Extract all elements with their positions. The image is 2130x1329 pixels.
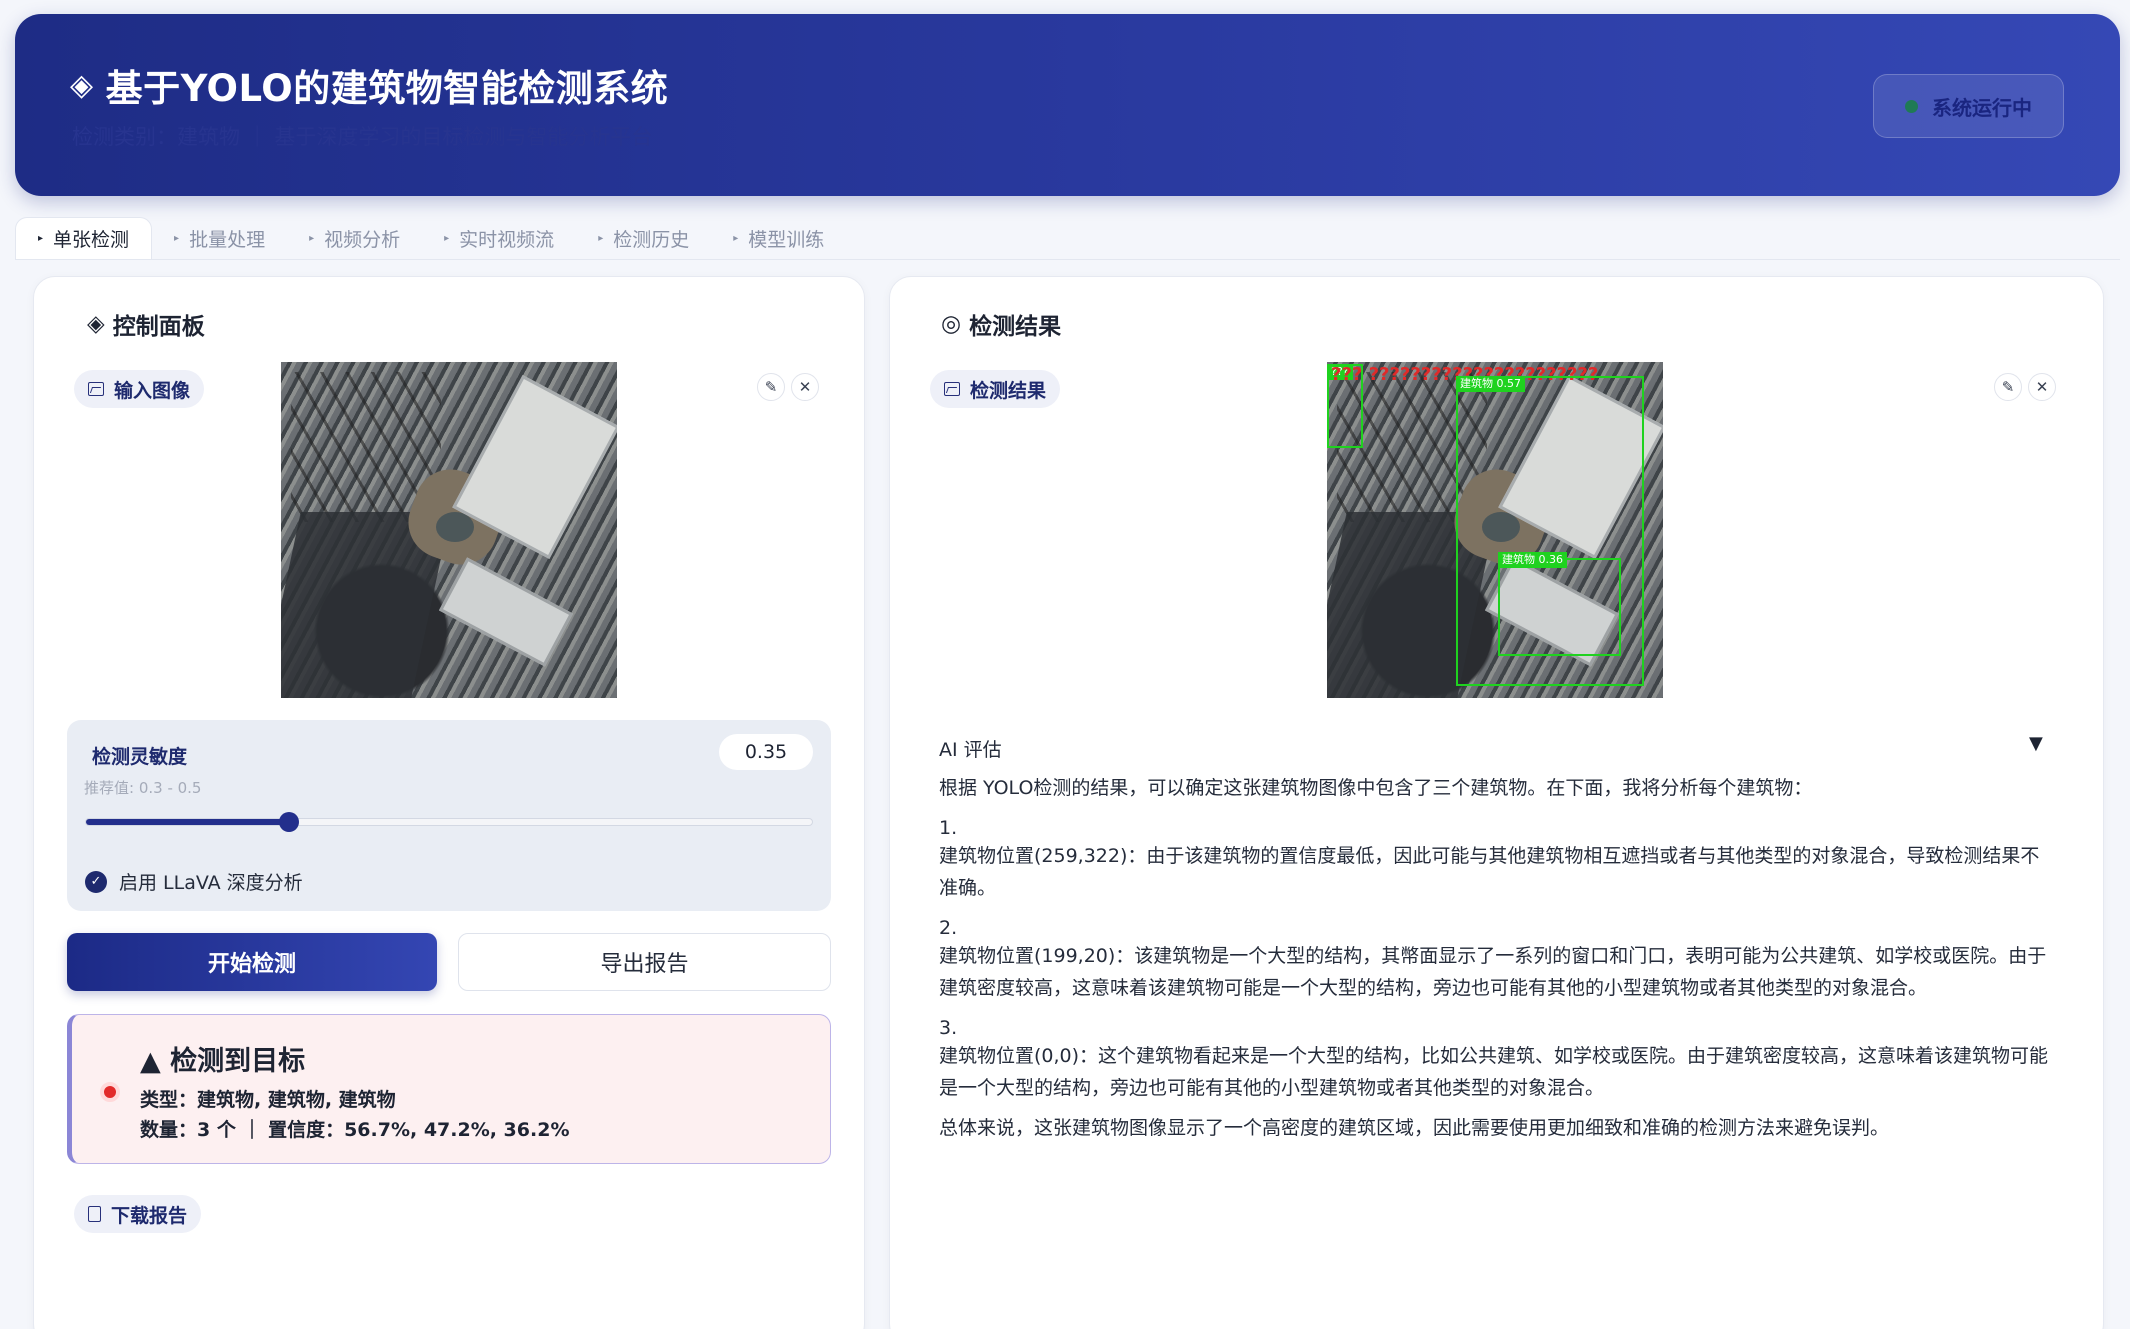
ai-eval-conclusion: 总体来说，这张建筑物图像显示了一个高密度的建筑区域，因此需要使用更加细致和准确的… xyxy=(939,1117,1890,1139)
input-image-label: 输入图像 xyxy=(74,370,205,408)
llava-checkbox-row[interactable]: ✓ 启用 LLaVA 深度分析 xyxy=(85,868,303,895)
result-image[interactable]: ??? ??? ?????????????????????? 建筑物 0.57 … xyxy=(1327,362,1663,698)
detection-label: 建筑物 0.57 xyxy=(1456,376,1525,392)
clear-input-button[interactable]: ✕ xyxy=(791,373,819,401)
tab-marker-icon: ▸ xyxy=(174,232,180,244)
sensitivity-label: 检测灵敏度 xyxy=(92,746,188,768)
ai-eval-item-text: 建筑物位置(199,20)：该建筑物是一个大型的结构，其幣面显示了一系列的窗口和… xyxy=(939,945,2047,999)
caret-down-icon[interactable]: ▼ xyxy=(2029,733,2043,754)
sensitivity-hint: 推荐值: 0.3 - 0.5 xyxy=(84,779,202,797)
clear-result-button[interactable]: ✕ xyxy=(2028,373,2056,401)
status-dot-icon xyxy=(1905,99,1918,113)
app-subtitle: 检测类别：建筑物 ｜ 基于深度学习的目标检测与智能分析平台 xyxy=(72,125,653,149)
image-icon xyxy=(88,382,104,396)
ai-eval-intro: 根据 YOLO检测的结果，可以确定这张建筑物图像中包含了三个建筑物。在下面，我将… xyxy=(939,777,1813,799)
result-image-label: 检测结果 xyxy=(930,370,1061,408)
ai-eval-item-text: 建筑物位置(259,322)：由于该建筑物的置信度最低，因此可能与其他建筑物相互… xyxy=(939,845,2040,899)
sensitivity-value-input[interactable]: 0.35 xyxy=(719,734,813,770)
tab-marker-icon: ▸ xyxy=(598,232,604,244)
tab-marker-icon: ▸ xyxy=(444,232,450,244)
edit-input-button[interactable]: ✎ xyxy=(757,373,785,401)
ai-eval-item-text: 建筑物位置(0,0)：这个建筑物看起来是一个大型的结构，比如公共建筑、如学校或医… xyxy=(939,1045,2049,1099)
tab-history[interactable]: ▸ 检测历史 xyxy=(576,217,711,259)
tab-single-detect[interactable]: ▸ 单张检测 xyxy=(15,217,153,259)
slider-fill xyxy=(86,819,290,825)
input-image-label-text: 输入图像 xyxy=(114,379,191,402)
input-image[interactable] xyxy=(281,362,617,698)
image-icon xyxy=(944,382,960,396)
control-panel-title: ◈ 控制面板 xyxy=(87,307,205,341)
edit-result-button[interactable]: ✎ xyxy=(1994,373,2022,401)
tab-label: 批量处理 xyxy=(189,228,266,251)
sensitivity-slider[interactable] xyxy=(85,812,813,832)
target-icon: ◎ xyxy=(941,311,962,337)
result-panel-title-text: 检测结果 xyxy=(969,314,1062,340)
pencil-icon: ✎ xyxy=(764,378,778,396)
tab-marker-icon: ▸ xyxy=(309,232,315,244)
result-panel-title: ◎ 检测结果 xyxy=(941,307,1061,341)
control-panel-title-text: 控制面板 xyxy=(112,314,205,340)
tab-marker-icon: ▸ xyxy=(38,233,44,244)
alert-types: 类型：建筑物, 建筑物, 建筑物 xyxy=(140,1089,396,1111)
download-report-label: 下载报告 xyxy=(111,1204,188,1227)
tab-label: 单张检测 xyxy=(53,229,130,251)
result-image-label-text: 检测结果 xyxy=(970,379,1047,402)
tab-label: 检测历史 xyxy=(613,228,690,251)
tab-marker-icon: ▸ xyxy=(733,232,739,244)
tab-batch[interactable]: ▸ 批量处理 xyxy=(152,217,287,259)
tab-label: 模型训练 xyxy=(748,228,825,251)
ai-eval-heading: AI 评估 xyxy=(939,739,1002,761)
app-title: ◈ 基于YOLO的建筑物智能检测系统 xyxy=(70,58,668,112)
diamond-icon: ◈ xyxy=(70,67,94,103)
sensitivity-card: 检测灵敏度 推荐值: 0.3 - 0.5 0.35 ✓ 启用 LLaVA 深度分… xyxy=(67,720,831,911)
app-header: ◈ 基于YOLO的建筑物智能检测系统 检测类别：建筑物 ｜ 基于深度学习的目标检… xyxy=(15,14,2120,196)
pond xyxy=(436,512,474,542)
building-roof xyxy=(438,557,574,667)
detection-label: 建筑物 0.36 xyxy=(1498,552,1567,568)
download-report-link[interactable]: 下载报告 xyxy=(74,1195,202,1233)
document-icon xyxy=(88,1206,101,1222)
close-icon: ✕ xyxy=(798,378,812,396)
tab-training[interactable]: ▸ 模型训练 xyxy=(711,217,846,259)
pencil-icon: ✎ xyxy=(2001,378,2015,396)
slider-thumb[interactable] xyxy=(279,812,300,832)
close-icon: ✕ xyxy=(2035,378,2049,396)
diamond-icon: ◈ xyxy=(87,311,105,337)
tab-video[interactable]: ▸ 视频分析 xyxy=(287,217,422,259)
check-icon[interactable]: ✓ xyxy=(85,870,107,893)
tab-live-stream[interactable]: ▸ 实时视频流 xyxy=(422,217,576,259)
llava-checkbox-label: 启用 LLaVA 深度分析 xyxy=(119,872,303,894)
start-detect-button[interactable]: 开始检测 xyxy=(67,933,437,991)
export-report-button[interactable]: 导出报告 xyxy=(458,933,831,991)
detection-alert: ▲ 检测到目标 类型：建筑物, 建筑物, 建筑物 数量：3 个 ｜ 置信度：56… xyxy=(67,1014,831,1164)
alert-title: ▲ 检测到目标 xyxy=(140,1046,306,1077)
tab-label: 实时视频流 xyxy=(459,228,555,251)
detection-box xyxy=(1498,558,1621,656)
system-status-badge: 系统运行中 xyxy=(1873,74,2064,138)
target-icon xyxy=(100,1082,120,1102)
alert-summary: 数量：3 个 ｜ 置信度：56.7%, 47.2%, 36.2% xyxy=(140,1119,570,1141)
app-title-text: 基于YOLO的建筑物智能检测系统 xyxy=(105,67,669,110)
system-status-text: 系统运行中 xyxy=(1932,95,2032,120)
tab-label: 视频分析 xyxy=(324,228,401,251)
tab-bar: ▸ 单张检测 ▸ 批量处理 ▸ 视频分析 ▸ 实时视频流 ▸ 检测历史 ▸ 模型… xyxy=(15,217,2120,260)
